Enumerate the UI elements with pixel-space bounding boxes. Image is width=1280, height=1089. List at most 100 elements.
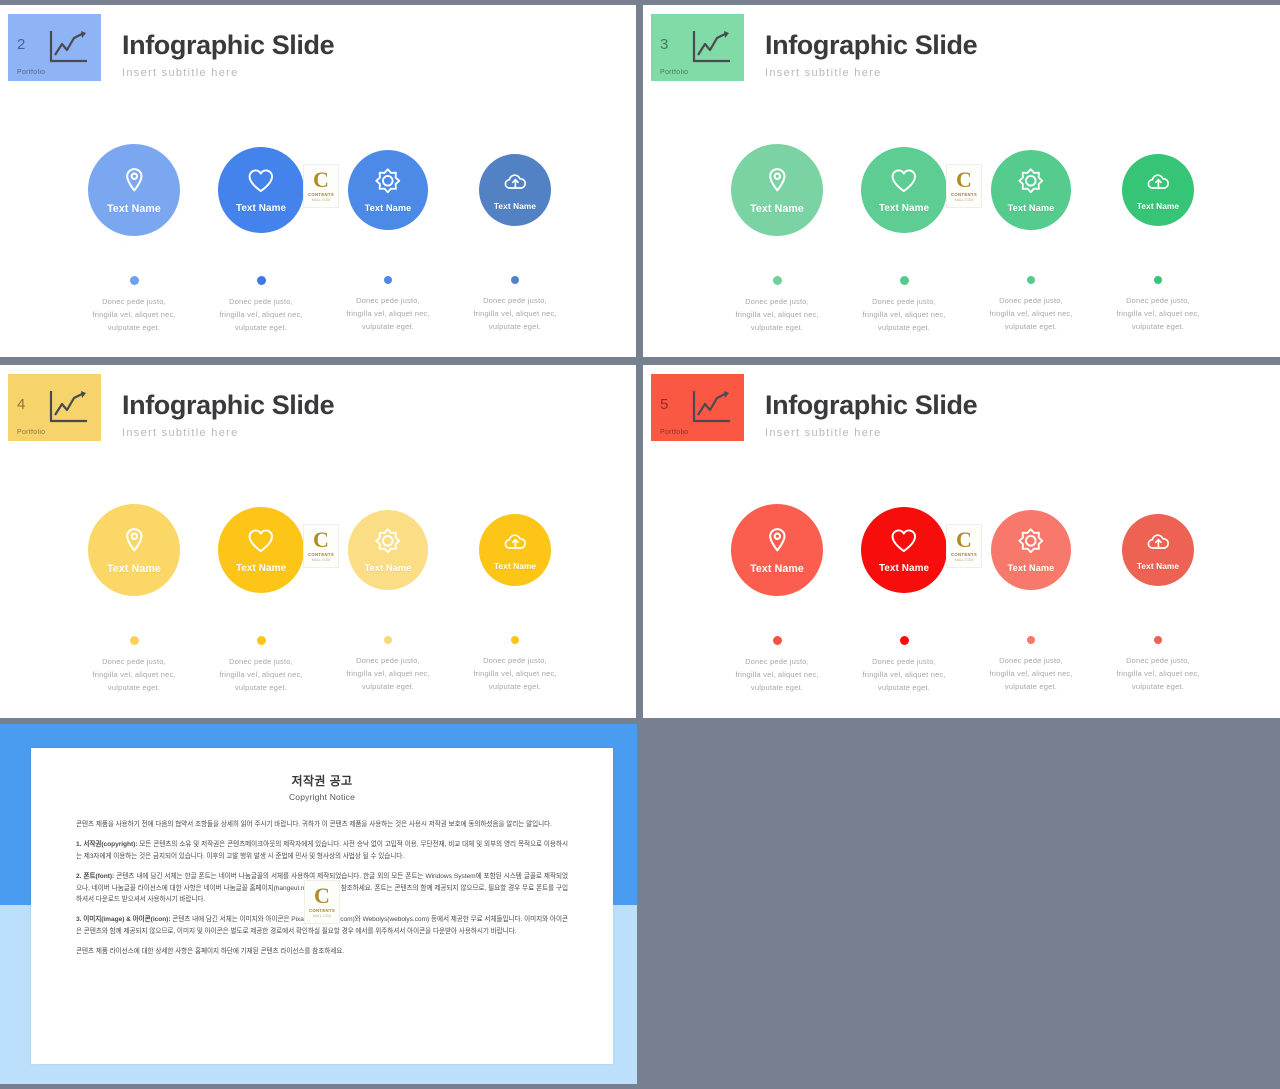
watermark-line2: MALL.COM (311, 558, 331, 562)
pin-shape[interactable]: Text Name (1122, 514, 1194, 586)
copyright-clause-1-lead: 1. 서작권(copyright): (76, 841, 138, 849)
pin-shape[interactable]: Text Name (479, 514, 551, 586)
pin-shape-wrapper: Text Name (88, 504, 180, 616)
pin-item[interactable]: Text Name Donec pede justo, fringilla vel,… (455, 500, 575, 693)
pin-row: Text Name Donec pede justo, fringilla vel,… (0, 140, 636, 350)
pin-shape[interactable]: Text Name (218, 147, 304, 233)
pin-shape-wrapper: Text Name (731, 504, 823, 616)
pin-shape-wrapper: Text Name (1122, 514, 1194, 626)
line-chart-icon (47, 28, 89, 66)
pin-item[interactable]: Text Name Donec pede justo, fringilla vel,… (74, 140, 194, 334)
pin-shape[interactable]: Text Name (348, 510, 428, 590)
pin-shape-wrapper: Text Name (861, 507, 947, 619)
slide-badge-2: 2 Portfolio (8, 14, 101, 81)
slide-panel-5[interactable]: 5 Portfolio Infographic Slide Insert sub… (643, 365, 1280, 718)
gear-icon (1017, 167, 1045, 200)
slide-panel-4[interactable]: 4 Portfolio Infographic Slide Insert sub… (0, 365, 636, 718)
watermark-line1: CONTENTS (307, 552, 335, 557)
heart-icon (889, 166, 919, 201)
pin-shape[interactable]: Text Name (991, 510, 1071, 590)
pin-caption: Donec pede justo, fringilla vel, aliquet … (473, 296, 557, 331)
pin-shape[interactable]: Text Name (88, 504, 180, 596)
watermark-line2: MALL.COM (954, 198, 974, 202)
pin-item[interactable]: Text Name Donec pede justo, fringilla vel,… (74, 500, 194, 694)
line-chart-icon (690, 28, 732, 66)
pin-shape[interactable]: Text Name (991, 150, 1071, 230)
pin-shape-wrapper: Text Name (861, 147, 947, 259)
pin-label: Text Name (1136, 561, 1180, 572)
pin-item[interactable]: Text Name Donec pede justo, fringilla vel,… (455, 140, 575, 333)
pin-caption: Donec pede justo, fringilla vel, aliquet … (989, 296, 1073, 331)
pin-item[interactable]: Text Name Donec pede justo, fringilla vel,… (328, 140, 448, 333)
pin-connector-dot (511, 276, 519, 284)
pin-item[interactable]: Text Name Donec pede justo, fringilla vel,… (1098, 500, 1218, 693)
pin-label: Text Name (364, 562, 412, 573)
slide-title: Infographic Slide (122, 390, 335, 420)
pin-connector-dot (256, 636, 266, 645)
gear-icon (374, 167, 402, 200)
map-pin-icon (119, 165, 150, 201)
heart-icon (246, 166, 276, 201)
pin-shape[interactable]: Text Name (731, 504, 823, 596)
watermark-letter: C (313, 527, 329, 552)
pin-shape[interactable]: Text Name (479, 154, 551, 226)
pin-label: Text Name (750, 203, 804, 216)
slide-title: Infographic Slide (765, 30, 978, 60)
slide-badge-4: 4 Portfolio (8, 374, 101, 441)
pin-label: Text Name (107, 563, 161, 576)
pin-caption: Donec pede justo, fringilla vel, aliquet … (346, 296, 430, 331)
pin-connector-dot (772, 276, 782, 285)
pin-shape-wrapper: Text Name (348, 510, 428, 622)
pin-shape-wrapper: Text Name (88, 144, 180, 256)
heart-icon (889, 526, 919, 561)
pin-row: Text Name Donec pede justo, fringilla vel,… (0, 500, 636, 710)
slide-badge-3: 3 Portfolio (651, 14, 744, 81)
pin-item[interactable]: Text Name Donec pede justo, fringilla vel,… (717, 140, 837, 334)
slide-subtitle: Insert subtitle here (765, 67, 882, 79)
pin-caption: Donec pede justo, fringilla vel, aliquet … (473, 656, 557, 691)
pin-label: Text Name (235, 563, 287, 575)
pin-item[interactable]: Text Name Donec pede justo, fringilla vel,… (971, 140, 1091, 333)
pin-shape[interactable]: Text Name (861, 507, 947, 593)
watermark-line1: CONTENTS (308, 908, 336, 913)
slide-number: 3 (660, 36, 669, 53)
pin-row: Text Name Donec pede justo, fringilla vel,… (643, 500, 1280, 710)
cloud-upload-icon (1146, 169, 1171, 199)
pin-caption: Donec pede justo, fringilla vel, aliquet … (862, 297, 946, 332)
pin-shape-wrapper: Text Name (991, 150, 1071, 262)
pin-connector-dot (899, 276, 909, 285)
pin-caption: Donec pede justo, fringilla vel, aliquet … (1116, 656, 1200, 691)
pin-item[interactable]: Text Name Donec pede justo, fringilla vel,… (1098, 140, 1218, 333)
pin-caption: Donec pede justo, fringilla vel, aliquet … (92, 297, 176, 332)
pin-shape[interactable]: Text Name (731, 144, 823, 236)
pin-shape[interactable]: Text Name (218, 507, 304, 593)
gear-icon (1017, 527, 1045, 560)
pin-connector-dot (256, 276, 266, 285)
pin-caption: Donec pede justo, fringilla vel, aliquet … (219, 657, 303, 692)
slide-badge-caption: Portfolio (17, 69, 46, 76)
pin-caption: Donec pede justo, fringilla vel, aliquet … (862, 657, 946, 692)
slide-panel-2[interactable]: 2 Portfolio Infographic Slide Insert sub… (0, 5, 636, 357)
pin-item[interactable]: Text Name Donec pede justo, fringilla vel,… (717, 500, 837, 694)
slide-panel-3[interactable]: 3 Portfolio Infographic Slide Insert sub… (643, 5, 1280, 357)
pin-caption: Donec pede justo, fringilla vel, aliquet … (346, 656, 430, 691)
pin-shape-wrapper: Text Name (218, 147, 304, 259)
copyright-clause-3-lead: 3. 이미지(image) & 아이콘(icon): (76, 916, 171, 924)
pin-item[interactable]: Text Name Donec pede justo, fringilla vel,… (328, 500, 448, 693)
slide-number: 5 (660, 396, 669, 413)
watermark-letter: C (313, 167, 329, 192)
pin-shape[interactable]: Text Name (1122, 154, 1194, 226)
pin-shape-wrapper: Text Name (1122, 154, 1194, 266)
pin-item[interactable]: Text Name Donec pede justo, fringilla vel,… (971, 500, 1091, 693)
watermark-line2: MALL.COM (312, 914, 332, 918)
pin-row: Text Name Donec pede justo, fringilla vel,… (643, 140, 1280, 350)
pin-shape[interactable]: Text Name (861, 147, 947, 233)
pin-connector-dot (129, 276, 139, 285)
pin-shape-wrapper: Text Name (479, 514, 551, 626)
pin-label: Text Name (493, 561, 537, 572)
slide-title: Infographic Slide (765, 390, 978, 420)
pin-shape[interactable]: Text Name (348, 150, 428, 230)
map-pin-icon (762, 165, 793, 201)
slide-badge-5: 5 Portfolio (651, 374, 744, 441)
pin-shape[interactable]: Text Name (88, 144, 180, 236)
